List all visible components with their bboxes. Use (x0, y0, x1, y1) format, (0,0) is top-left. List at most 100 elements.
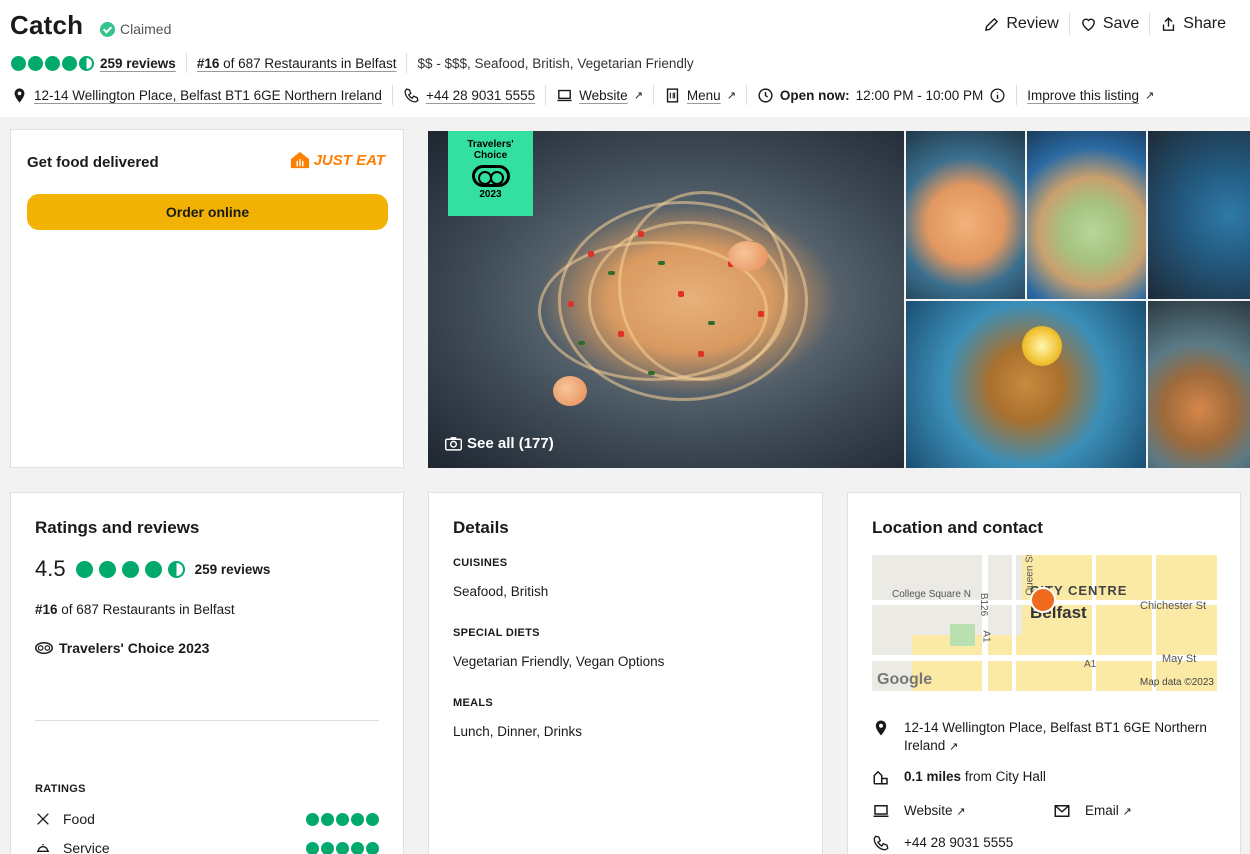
ratings-label: RATINGS (35, 783, 86, 795)
distance-value: 0.1 miles (904, 769, 962, 784)
rating-bubbles[interactable] (11, 55, 94, 71)
hours-info[interactable]: Open now: 12:00 PM - 10:00 PM (757, 87, 1006, 104)
house-logo-icon (290, 151, 309, 169)
see-all-label: See all (177) (467, 435, 554, 452)
phone-icon (404, 87, 419, 103)
share-label: Share (1183, 15, 1226, 32)
details-heading: Details (453, 518, 509, 537)
address-link[interactable]: 12-14 Wellington Place, Belfast BT1 6GE … (11, 87, 382, 104)
owl-icon (35, 642, 53, 654)
external-link-icon: ↗ (726, 89, 736, 102)
info-icon[interactable] (989, 87, 1006, 104)
photo-thumbnail[interactable] (1027, 131, 1146, 299)
address-text: 12-14 Wellington Place, Belfast BT1 6GE … (34, 87, 382, 103)
distance-info: 0.1 miles from City Hall (872, 768, 1046, 786)
listing-header: Catch Claimed Review Save Share 259 revi… (0, 0, 1250, 117)
restaurant-pin-icon[interactable] (1030, 587, 1056, 613)
external-link-icon: ↗ (1122, 806, 1132, 818)
laptop-icon (557, 89, 572, 101)
map-label: A1 (1084, 659, 1097, 670)
map-label: May St (1162, 653, 1197, 665)
location-address[interactable]: 12-14 Wellington Place, Belfast BT1 6GE … (872, 719, 1207, 756)
phone-text: +44 28 9031 5555 (904, 835, 1014, 850)
score-number: 4.5 (35, 556, 66, 581)
photo-thumbnail[interactable] (1148, 301, 1250, 468)
external-link-icon: ↗ (949, 741, 959, 753)
location-map[interactable]: College Square N Queen St Chichester St … (872, 555, 1217, 691)
delivery-label: Get food delivered (27, 154, 159, 171)
badge-line1: Travelers' (467, 139, 514, 150)
ranking-link[interactable]: #16 of 687 Restaurants in Belfast (197, 56, 397, 71)
badge-line2: Choice (473, 150, 508, 161)
phone-icon (873, 835, 889, 851)
meals-title: MEALS (453, 697, 493, 709)
claimed-label: Claimed (120, 21, 172, 37)
map-pin-icon (14, 87, 25, 103)
photo-gallery: Travelers' Choice 2023 See all (177) (428, 131, 1250, 468)
rating-label: Service (63, 840, 110, 854)
rating-row-food: Food (35, 811, 379, 827)
improve-text: Improve this listing (1027, 87, 1140, 103)
distance-text: from City Hall (964, 769, 1046, 784)
map-label: A1 (980, 630, 992, 643)
see-all-photos-button[interactable]: See all (177) (445, 435, 554, 452)
rating-label: Food (63, 811, 95, 827)
price-cuisines: $$ - $$$, Seafood, British, Vegetarian F… (417, 55, 694, 71)
location-email-link[interactable]: Email ↗ (1053, 802, 1132, 821)
contact-row: 12-14 Wellington Place, Belfast BT1 6GE … (11, 85, 1154, 105)
rank-number: #16 (35, 602, 58, 617)
address-line1: 12-14 Wellington Place, Belfast BT1 6GE … (904, 720, 1207, 735)
review-label: Review (1006, 15, 1059, 32)
phone-link[interactable]: +44 28 9031 5555 (403, 87, 535, 104)
special-diets-value: Vegetarian Friendly, Vegan Options (453, 654, 665, 669)
rank-number: #16 (196, 55, 220, 71)
reviews-count-link[interactable]: 259 reviews (100, 56, 176, 71)
menu-link[interactable]: Menu ↗ (664, 87, 736, 104)
pencil-icon (985, 17, 999, 31)
clock-icon (758, 87, 773, 103)
main-photo[interactable]: Travelers' Choice 2023 See all (177) (428, 131, 904, 468)
cuisines-title: CUISINES (453, 557, 508, 569)
camera-icon (445, 437, 462, 451)
location-website-link[interactable]: Website ↗ (872, 802, 966, 821)
rating-bubbles (306, 841, 379, 854)
map-pin-icon (875, 720, 887, 736)
location-phone-link[interactable]: +44 28 9031 5555 (872, 834, 1013, 852)
photo-thumbnail[interactable] (1148, 131, 1250, 299)
reviews-count[interactable]: 259 reviews (195, 562, 271, 577)
google-logo: Google (877, 671, 933, 688)
improve-listing-link[interactable]: Improve this listing ↗ (1027, 88, 1154, 103)
website-text: Website (904, 803, 953, 818)
ratings-heading: Ratings and reviews (35, 518, 200, 537)
map-label: College Square N (892, 589, 971, 600)
map-label: B126 (978, 592, 990, 617)
website-text: Website (579, 87, 628, 103)
order-online-button[interactable]: Order online (27, 194, 388, 230)
divider (35, 720, 379, 721)
save-button[interactable]: Save (1070, 12, 1149, 36)
envelope-icon (1054, 805, 1070, 817)
travelers-choice-badge: Travelers' Choice 2023 (448, 131, 533, 216)
external-link-icon: ↗ (1145, 89, 1155, 102)
meals-value: Lunch, Dinner, Drinks (453, 724, 583, 739)
photo-thumbnail[interactable] (906, 131, 1025, 299)
review-button[interactable]: Review (973, 12, 1068, 36)
open-now-label: Open now: (779, 87, 850, 103)
details-card: Details CUISINES Seafood, British SPECIA… (428, 492, 823, 854)
external-link-icon: ↗ (956, 806, 966, 818)
rating-row: 259 reviews #16 of 687 Restaurants in Be… (11, 53, 694, 73)
heart-icon (1081, 18, 1095, 31)
website-link[interactable]: Website ↗ (556, 87, 643, 104)
save-label: Save (1102, 15, 1140, 32)
share-button[interactable]: Share (1150, 12, 1236, 36)
phone-text: +44 28 9031 5555 (425, 87, 536, 103)
service-bell-icon (37, 844, 49, 852)
travelers-choice-award: Travelers' Choice 2023 (35, 640, 209, 656)
ranking-text: #16 of 687 Restaurants in Belfast (35, 602, 235, 617)
overall-score: 4.5 259 reviews (35, 556, 270, 582)
claimed-badge: Claimed (100, 21, 171, 37)
location-heading: Location and contact (872, 518, 1043, 537)
rating-row-service: Service (35, 840, 379, 854)
utensils-icon (37, 813, 49, 825)
photo-thumbnail[interactable] (906, 301, 1146, 468)
